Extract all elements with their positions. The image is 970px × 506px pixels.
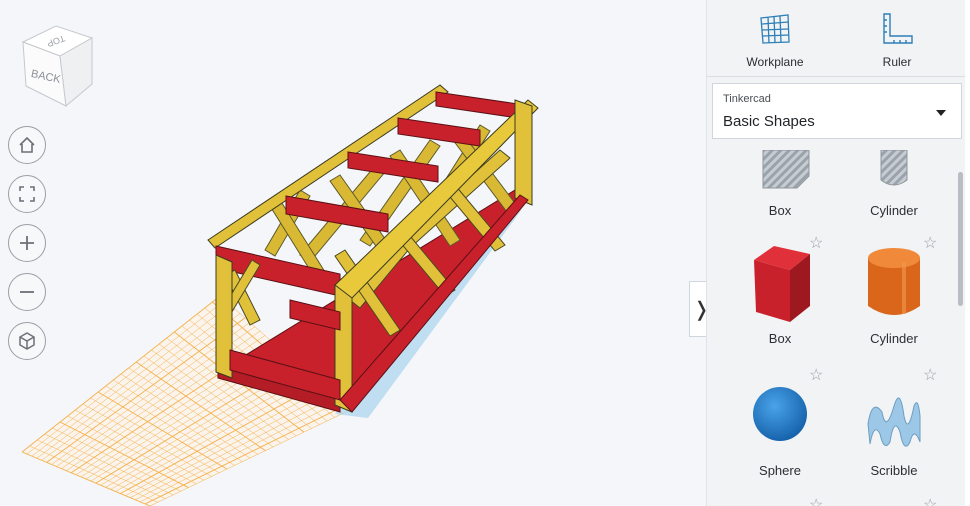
shapes-panel: Workplane Ruler Tinkercad Basic Shapes B… <box>706 0 970 506</box>
caret-down-icon <box>936 110 946 116</box>
home-view-button[interactable] <box>8 126 46 164</box>
zoom-out-button[interactable] <box>8 273 46 311</box>
favorite-star-icon[interactable]: ☆ <box>809 498 823 506</box>
shape-box[interactable]: Box <box>725 244 835 346</box>
shape-label: Box <box>768 203 792 218</box>
workplane-button[interactable]: Workplane <box>725 12 825 69</box>
ortho-view-icon <box>19 332 35 350</box>
favorite-star-icon[interactable]: ☆ <box>923 498 937 506</box>
shape-library-dropdown[interactable]: Tinkercad Basic Shapes <box>712 83 962 139</box>
shape-scribble[interactable]: Scribble <box>839 376 949 478</box>
shape-list-scrollbar[interactable] <box>958 172 963 306</box>
shape-label: Scribble <box>870 463 918 478</box>
sphere-icon <box>753 387 807 441</box>
3d-viewport[interactable]: TOP BACK <box>0 0 706 506</box>
zoom-in-icon <box>20 236 34 250</box>
shape-cylinder[interactable]: Cylinder <box>839 244 949 346</box>
shape-label: Cylinder <box>870 203 918 218</box>
workplane-icon <box>760 14 790 44</box>
ruler-icon <box>883 13 913 44</box>
shape-sphere[interactable]: Sphere <box>725 376 835 478</box>
toolbar-divider <box>707 76 970 77</box>
ortho-view-button[interactable] <box>8 322 46 360</box>
shape-cylinder-hole[interactable]: Cylinder <box>839 150 949 218</box>
cylinder-icon <box>868 248 920 315</box>
fit-view-button[interactable] <box>8 175 46 213</box>
view-cube[interactable]: TOP BACK <box>18 24 98 108</box>
fit-view-icon <box>19 186 35 202</box>
window-edge <box>965 0 970 506</box>
library-category: Basic Shapes <box>723 113 815 130</box>
workplane-label: Workplane <box>746 55 804 69</box>
zoom-in-button[interactable] <box>8 224 46 262</box>
cylinder-hole-icon <box>880 150 908 186</box>
box-icon <box>754 246 810 322</box>
shape-label: Sphere <box>759 463 801 478</box>
shape-list[interactable]: Box Cylinder ☆ Box ☆ Cylinder ☆ Sphere ☆… <box>707 150 970 506</box>
library-provider: Tinkercad <box>723 93 771 105</box>
zoom-out-icon <box>20 291 34 293</box>
ruler-label: Ruler <box>882 55 912 69</box>
scribble-icon <box>867 397 921 447</box>
ruler-button[interactable]: Ruler <box>847 12 947 69</box>
shape-box-hole[interactable]: Box <box>725 150 835 218</box>
scene-canvas[interactable] <box>0 0 706 506</box>
shape-label: Box <box>768 331 792 346</box>
truss-bridge-model[interactable] <box>207 84 539 418</box>
shape-label: Cylinder <box>870 331 918 346</box>
box-hole-icon <box>762 150 810 189</box>
home-icon <box>19 136 35 153</box>
